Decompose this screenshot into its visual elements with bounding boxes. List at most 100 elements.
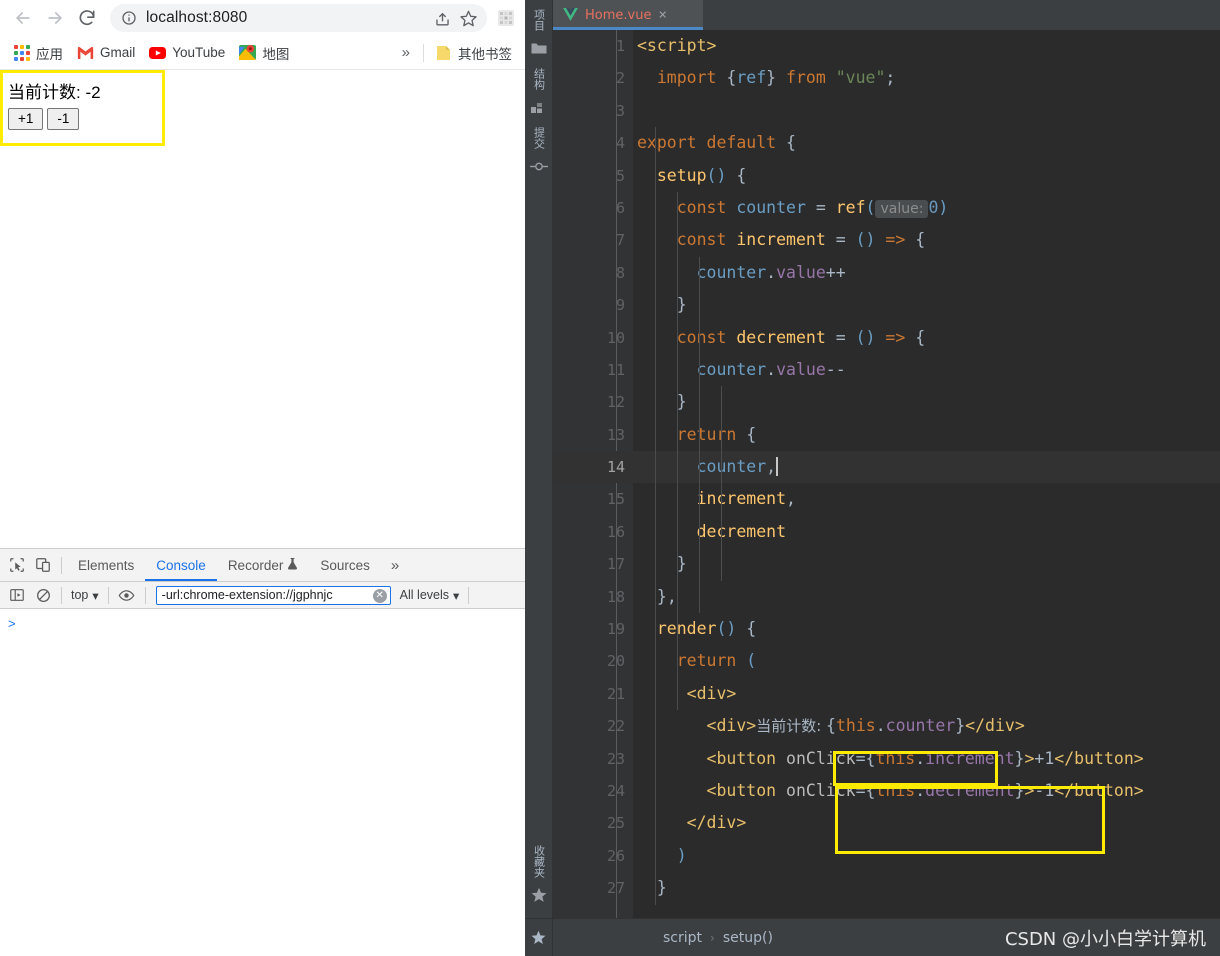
- code-line[interactable]: const counter = ref(value: 0): [633, 192, 1220, 224]
- share-icon[interactable]: [429, 5, 455, 31]
- code-line[interactable]: setup() {: [633, 160, 1220, 192]
- line-number[interactable]: 8: [553, 257, 633, 289]
- favorites-star-icon[interactable]: [525, 919, 553, 956]
- line-number[interactable]: 1: [553, 30, 655, 62]
- prompt-caret-icon: >: [8, 616, 16, 631]
- line-number[interactable]: 26: [553, 840, 633, 872]
- line-number[interactable]: 13: [553, 419, 655, 451]
- commit-icon[interactable]: [529, 157, 548, 175]
- line-number[interactable]: 18: [553, 581, 655, 613]
- code-content[interactable]: <script> import {ref} from "vue"; export…: [633, 30, 1220, 918]
- console-output[interactable]: >: [0, 609, 525, 956]
- clear-filter-icon[interactable]: ✕: [372, 588, 387, 603]
- line-number[interactable]: 23: [553, 743, 633, 775]
- clear-console-icon[interactable]: [30, 582, 56, 608]
- code-line[interactable]: <button onClick={this.increment}>+1</but…: [633, 743, 1220, 775]
- bookmark-other[interactable]: 其他书签: [428, 40, 519, 66]
- code-line[interactable]: return (: [633, 645, 1220, 677]
- close-icon[interactable]: ×: [658, 8, 666, 22]
- console-filter-input[interactable]: -url:chrome-extension://jgphnjc ✕: [155, 585, 391, 605]
- code-line[interactable]: <div>: [633, 678, 1220, 710]
- line-number-gutter[interactable]: 1 2 3 4 5 6 7 8 9 10 11 12 13 14 15 16 17 18 19 20 21 22 23 24 2…: [553, 30, 655, 918]
- folder-icon[interactable]: [531, 39, 547, 57]
- line-number[interactable]: 11: [553, 354, 633, 386]
- console-prompt[interactable]: >: [0, 614, 525, 634]
- code-line[interactable]: render() {: [633, 613, 1220, 645]
- file-tab-home-vue[interactable]: Home.vue ×: [553, 0, 703, 30]
- tool-label: 收藏夹: [532, 845, 546, 878]
- code-line[interactable]: counter.value--: [633, 354, 1220, 386]
- bookmark-maps[interactable]: 地图: [232, 40, 296, 66]
- line-number[interactable]: 20: [553, 645, 633, 677]
- line-number[interactable]: 17: [553, 548, 655, 580]
- tool-window-project[interactable]: 项目: [533, 6, 546, 34]
- star-icon[interactable]: [531, 886, 547, 904]
- console-sidebar-icon[interactable]: [4, 582, 30, 608]
- code-editor[interactable]: 1 2 3 4 5 6 7 8 9 10 11 12 13 14 15 16 17 18 19 20 21 22 23 24 2…: [553, 30, 1220, 918]
- bookmark-youtube[interactable]: YouTube: [142, 41, 232, 64]
- site-info-icon[interactable]: [120, 9, 138, 27]
- devtools-tabbar: Elements Console Recorder Sources »: [0, 549, 525, 582]
- line-number[interactable]: 24: [553, 775, 633, 807]
- indent-guide: [677, 192, 678, 711]
- forward-arrow-icon[interactable]: [40, 3, 70, 33]
- bookmark-apps[interactable]: 应用: [6, 40, 70, 66]
- code-line[interactable]: import {ref} from "vue";: [633, 62, 1220, 94]
- line-number[interactable]: 2: [553, 62, 633, 94]
- log-levels-selector[interactable]: All levels ▾: [396, 588, 464, 603]
- tool-window-favorites[interactable]: 收藏夹: [532, 842, 546, 881]
- line-number[interactable]: 12: [553, 386, 655, 418]
- code-line[interactable]: const increment = () => {: [633, 224, 1220, 256]
- code-line[interactable]: }: [633, 872, 1220, 904]
- line-number[interactable]: 15: [553, 483, 633, 515]
- code-line[interactable]: }: [633, 289, 1220, 321]
- back-arrow-icon[interactable]: [8, 3, 38, 33]
- star-icon[interactable]: [455, 5, 481, 31]
- tab-recorder[interactable]: Recorder: [217, 549, 310, 581]
- inspect-cursor-icon[interactable]: [4, 552, 30, 578]
- bookmark-gmail[interactable]: Gmail: [70, 41, 142, 64]
- code-line[interactable]: counter.value++: [633, 257, 1220, 289]
- code-line[interactable]: export default {: [633, 127, 1220, 159]
- line-number[interactable]: 27: [553, 872, 655, 904]
- ide-tool-strip: 项目 结构 提交 收藏夹: [525, 0, 553, 918]
- code-line[interactable]: [633, 95, 1220, 127]
- code-line[interactable]: </div>: [633, 807, 1220, 839]
- extension-icon[interactable]: [495, 7, 517, 29]
- line-number[interactable]: 7: [553, 224, 655, 256]
- breadcrumb-item-script[interactable]: script: [663, 930, 702, 946]
- tab-elements[interactable]: Elements: [67, 549, 145, 581]
- code-line[interactable]: <div>当前计数: {this.counter}</div>: [633, 710, 1220, 742]
- bookmarks-overflow-button[interactable]: »: [393, 41, 419, 64]
- breadcrumb-item-setup[interactable]: setup(): [723, 930, 773, 946]
- tab-sources[interactable]: Sources: [309, 549, 381, 581]
- line-number[interactable]: 25: [553, 807, 655, 839]
- live-expression-icon[interactable]: [114, 582, 140, 608]
- tool-window-commit[interactable]: 提交: [533, 124, 546, 152]
- line-number[interactable]: 22: [553, 710, 633, 742]
- line-number[interactable]: 9: [553, 289, 655, 321]
- address-bar[interactable]: localhost:8080: [110, 4, 487, 32]
- reload-icon[interactable]: [72, 3, 102, 33]
- code-line[interactable]: },: [633, 581, 1220, 613]
- structure-icon[interactable]: [530, 98, 547, 116]
- code-line[interactable]: <script>: [633, 30, 1220, 62]
- line-number[interactable]: 6: [553, 192, 633, 224]
- device-toolbar-icon[interactable]: [30, 552, 56, 578]
- line-number[interactable]: 19: [553, 613, 655, 645]
- line-number[interactable]: 21: [553, 678, 655, 710]
- code-line[interactable]: ): [633, 840, 1220, 872]
- code-line[interactable]: <button onClick={this.decrement}>-1</but…: [633, 775, 1220, 807]
- context-selector[interactable]: top ▾: [67, 588, 103, 603]
- tab-console[interactable]: Console: [145, 549, 217, 581]
- code-line[interactable]: const decrement = () => {: [633, 322, 1220, 354]
- line-number[interactable]: 5: [553, 160, 655, 192]
- url-text[interactable]: localhost:8080: [146, 9, 429, 27]
- line-number[interactable]: 3: [553, 95, 633, 127]
- line-number[interactable]: 4: [553, 127, 655, 159]
- more-tabs-button[interactable]: »: [381, 557, 409, 574]
- line-number[interactable]: 14: [553, 451, 633, 484]
- line-number[interactable]: 16: [553, 516, 633, 548]
- line-number[interactable]: 10: [553, 322, 655, 354]
- tool-window-structure[interactable]: 结构: [533, 65, 546, 93]
